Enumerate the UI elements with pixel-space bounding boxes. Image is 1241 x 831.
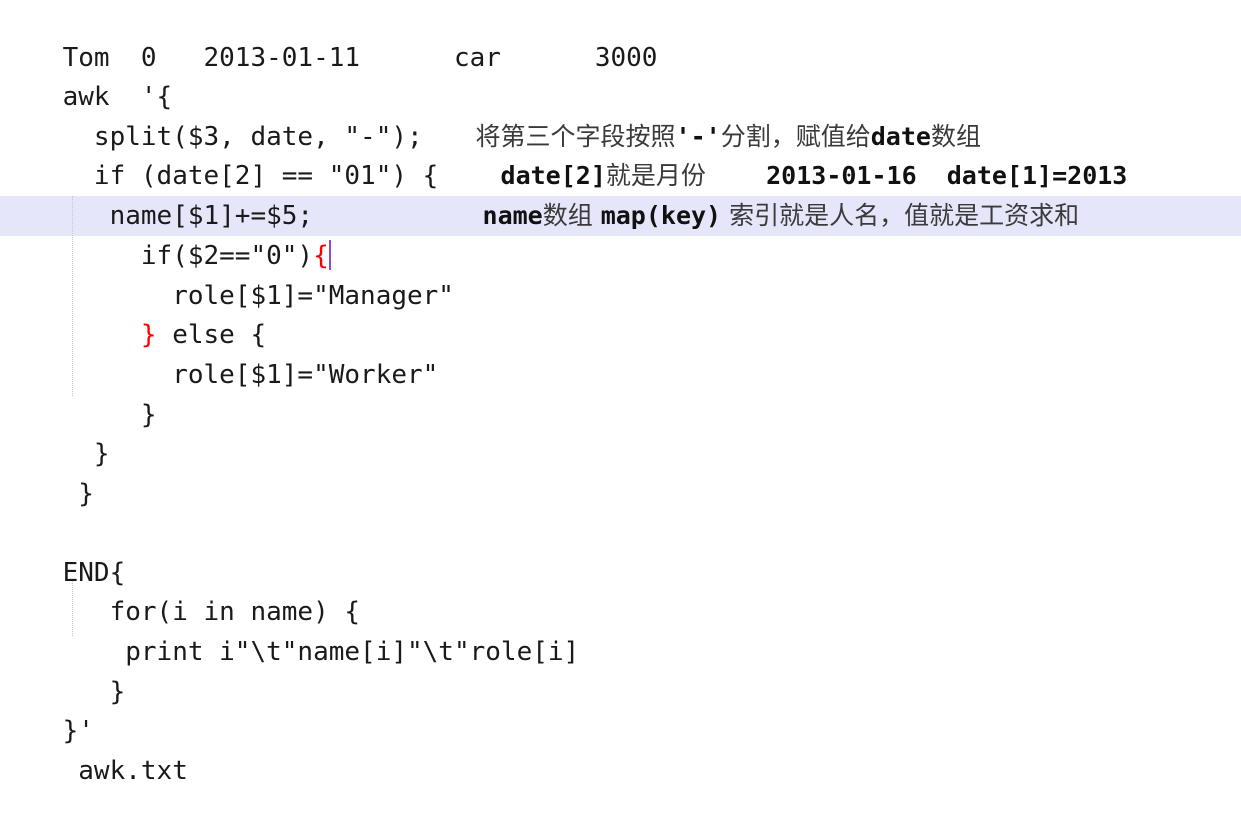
code-line-7[interactable]: role[$1]="Manager" <box>0 236 1241 311</box>
code-line-19[interactable]: awk.txt <box>0 711 1241 786</box>
code-line-11[interactable]: } <box>0 394 1241 469</box>
annotation-segment: 数组 <box>542 201 601 230</box>
code-line-8[interactable]: } else { <box>0 275 1241 350</box>
code-line-16[interactable]: print i"\t"name[i]"\t"role[i] <box>0 592 1241 667</box>
code-line-9[interactable]: role[$1]="Worker" <box>0 315 1241 390</box>
code-line-10[interactable]: } <box>0 355 1241 430</box>
code-editor[interactable]: Tom 0 2013-01-11 car 3000 awk '{ split($… <box>0 0 1241 786</box>
code-line-14[interactable]: END{ <box>0 513 1241 588</box>
annotation-name-array-comment: name数组 map(key) 索引就是人名，值就是工资求和 <box>444 156 1080 230</box>
code-line-2[interactable]: awk '{ <box>0 37 1241 112</box>
code-line-17[interactable]: } <box>0 632 1241 707</box>
code-line-15[interactable]: for(i in name) { <box>0 552 1241 627</box>
annotation-split-comment: 将第三个字段按照'-'分割，赋值给date数组 <box>437 77 981 151</box>
code-line-18[interactable]: }' <box>0 671 1241 746</box>
annotation-segment: map(key) <box>600 201 722 230</box>
code-line-13[interactable] <box>0 473 1241 513</box>
code-line-12[interactable]: } <box>0 434 1241 509</box>
code-line-1[interactable]: Tom 0 2013-01-11 car 3000 <box>0 0 1241 73</box>
annotation-segment: 索引就是人名，值就是工资求和 <box>721 201 1080 230</box>
annotation-segment: name <box>482 201 543 230</box>
annotation-month-comment: date[2]就是月份 2013-01-16 date[1]=2013 <box>462 116 1128 190</box>
code-text: awk.txt <box>62 756 188 786</box>
